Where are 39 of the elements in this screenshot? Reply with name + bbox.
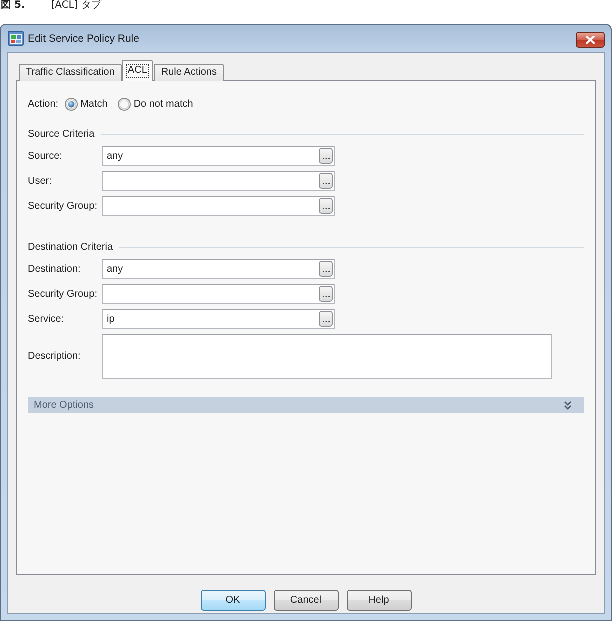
browse-button[interactable] — [319, 261, 333, 277]
field-label: Description: — [28, 351, 82, 362]
window-title: Edit Service Policy Rule — [28, 32, 140, 44]
browse-button[interactable] — [319, 311, 333, 327]
window-icon — [8, 31, 24, 46]
close-button[interactable] — [576, 32, 605, 48]
input-field[interactable]: any — [102, 259, 335, 279]
browse-button[interactable] — [319, 148, 333, 164]
section-title: Destination Criteria — [28, 242, 114, 252]
input-field[interactable] — [102, 171, 335, 191]
field-label: Source: — [28, 150, 64, 162]
dialog-button[interactable]: OK — [200, 590, 266, 611]
option-label[interactable]: Match — [80, 98, 108, 110]
figure-caption: [ACL] タブ — [51, 0, 102, 12]
browse-button[interactable] — [319, 198, 333, 214]
field-label: Security Group: — [28, 288, 98, 300]
more-options-bar[interactable]: More Options — [28, 397, 584, 413]
field-label: Destination: — [28, 264, 82, 274]
dialog-button[interactable]: Help — [346, 590, 412, 611]
browse-button[interactable] — [319, 286, 333, 302]
radio-button[interactable] — [118, 98, 131, 110]
field-label: User: — [28, 176, 53, 186]
tab[interactable]: ACL — [122, 60, 154, 81]
dialog-button[interactable]: Cancel — [274, 590, 338, 611]
input-field[interactable]: ip — [102, 309, 335, 329]
field-label: Service: — [28, 314, 66, 324]
figure-number: 図 5. — [1, 0, 26, 12]
section-title: Source Criteria — [28, 128, 95, 140]
tab[interactable]: Traffic Classification — [19, 64, 122, 81]
close-icon — [586, 36, 595, 44]
input-field[interactable]: any — [102, 146, 335, 166]
browse-button[interactable] — [319, 173, 333, 189]
tab[interactable]: Rule Actions — [154, 64, 224, 81]
radio-button[interactable] — [64, 98, 78, 110]
field-label: Security Group: — [28, 200, 98, 212]
option-label[interactable]: Do not match — [134, 98, 194, 110]
input-field[interactable] — [102, 196, 335, 216]
action-label: Action: — [28, 98, 59, 110]
input-field[interactable] — [102, 284, 335, 304]
